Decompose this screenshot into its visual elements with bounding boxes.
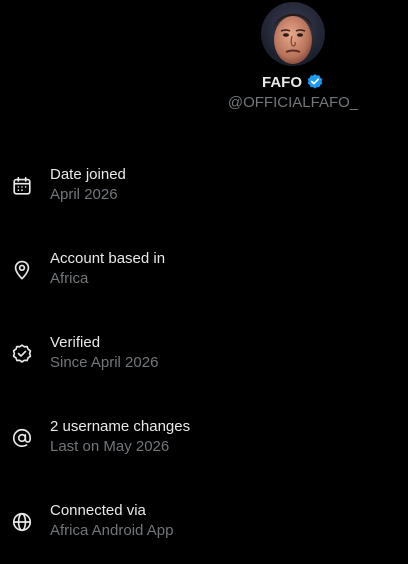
- info-title: Connected via: [50, 502, 146, 519]
- info-title: Date joined: [50, 166, 126, 183]
- info-subtitle: Africa: [50, 270, 89, 287]
- list-item-verified: Verified Since April 2026: [0, 333, 408, 381]
- info-subtitle: Last on May 2026: [50, 438, 170, 455]
- list-item-connected-via: Connected via Africa Android App: [0, 501, 408, 549]
- avatar[interactable]: [261, 2, 325, 66]
- at-sign-icon: [11, 427, 33, 449]
- list-item-account-based-in: Account based in Africa: [0, 249, 408, 297]
- info-subtitle: Africa Android App: [50, 522, 174, 539]
- globe-icon: [11, 511, 33, 533]
- list-item-username-changes: 2 username changes Last on May 2026: [0, 417, 408, 465]
- info-title: Account based in: [50, 250, 166, 267]
- info-title: Verified: [50, 334, 101, 351]
- verified-badge-icon: [306, 73, 324, 91]
- info-title: 2 username changes: [50, 418, 191, 435]
- display-name: FAFO: [262, 73, 302, 91]
- name-row: FAFO: [200, 72, 386, 92]
- list-item-date-joined: Date joined April 2026: [0, 165, 408, 213]
- location-pin-icon: [11, 259, 33, 281]
- info-subtitle: Since April 2026: [50, 354, 159, 371]
- calendar-icon: [11, 175, 33, 197]
- profile-header: FAFO @OFFICIALFAFO_: [0, 0, 408, 120]
- info-subtitle: April 2026: [50, 186, 118, 203]
- verified-check-icon: [11, 343, 33, 365]
- handle: @OFFICIALFAFO_: [227, 94, 359, 111]
